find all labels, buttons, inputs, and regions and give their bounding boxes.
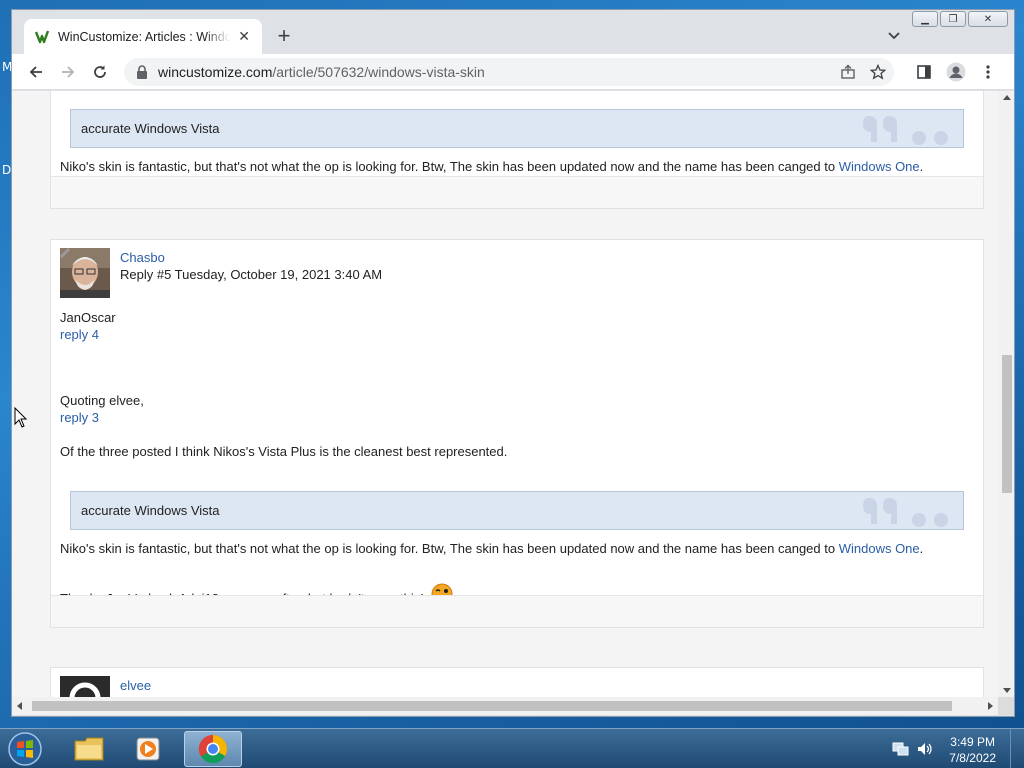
back-arrow-icon[interactable] — [26, 62, 46, 82]
taskbar-explorer[interactable] — [60, 731, 118, 767]
maximize-button[interactable]: ❐ — [940, 11, 966, 27]
forum-post-reply-5: Chasbo Reply #5 Tuesday, October 19, 202… — [50, 239, 984, 628]
lock-icon — [136, 65, 148, 79]
body-text: Niko's skin is fantastic, but that's not… — [60, 159, 839, 174]
post-body: Niko's skin is fantastic, but that's not… — [60, 541, 923, 556]
post-body: Niko's skin is fantastic, but that's not… — [60, 159, 923, 174]
tab-wincustomize[interactable]: WinCustomize: Articles : Windows Vista S… — [24, 19, 262, 54]
body-text: Niko's skin is fantastic, but that's not… — [60, 541, 839, 556]
scroll-up-arrow-icon[interactable] — [1003, 95, 1011, 100]
minimize-button[interactable]: ▁ — [912, 11, 938, 27]
taskbar-media-player[interactable] — [120, 731, 178, 767]
network-icon[interactable] — [892, 741, 910, 757]
scroll-right-arrow-icon[interactable] — [988, 702, 993, 710]
windows-orb-icon — [8, 732, 42, 766]
tab-search-chevron-icon[interactable] — [886, 27, 902, 43]
quote-title: accurate Windows Vista — [81, 503, 220, 518]
quote-mark-icon — [863, 498, 948, 527]
post-footer — [51, 595, 983, 627]
tab-strip: WinCustomize: Articles : Windows Vista S… — [12, 10, 1014, 54]
new-tab-button[interactable]: + — [274, 25, 294, 47]
vertical-scrollbar[interactable] — [998, 91, 1014, 697]
wincustomize-favicon-icon — [34, 29, 50, 45]
clock-time: 3:49 PM — [950, 735, 995, 749]
mouse-cursor-icon — [14, 407, 28, 428]
windows-one-link[interactable]: Windows One — [839, 159, 920, 174]
quoted-author: JanOscar — [60, 310, 116, 325]
quote-block: accurate Windows Vista — [70, 109, 964, 148]
window-controls: ▁ ❐ ✕ — [912, 11, 1008, 27]
scroll-down-arrow-icon[interactable] — [1003, 688, 1011, 693]
forward-arrow-icon[interactable] — [58, 62, 78, 82]
chrome-icon — [198, 734, 227, 764]
body-text-end: . — [919, 159, 924, 174]
vertical-scroll-thumb[interactable] — [1002, 355, 1012, 493]
tab-title: WinCustomize: Articles : Windows Vista S… — [58, 29, 231, 44]
body-text-end: . — [919, 541, 924, 556]
tab-close-icon[interactable]: ✕ — [236, 28, 252, 45]
reload-icon[interactable] — [90, 62, 110, 82]
menu-kebab-icon[interactable] — [978, 62, 998, 82]
nested-quote-text: Of the three posted I think Nikos's Vist… — [60, 444, 508, 459]
forum-post: elvee — [50, 667, 984, 697]
media-player-icon — [136, 737, 160, 761]
url-path: /article/507632/windows-vista-skin — [272, 64, 485, 80]
post-username[interactable]: Chasbo — [120, 250, 165, 265]
windows-one-link[interactable]: Windows One — [839, 541, 920, 556]
scrollbar-corner — [998, 697, 1014, 715]
quote-mark-icon — [863, 116, 948, 145]
horizontal-scroll-thumb[interactable] — [32, 701, 952, 711]
bookmark-star-icon[interactable] — [869, 63, 887, 85]
quoting-label: Quoting elvee, — [60, 393, 144, 408]
desktop-icon-label: D — [2, 163, 12, 177]
forum-post: accurate Windows Vista Niko's skin is fa… — [50, 91, 984, 209]
reply-link[interactable]: reply 4 — [60, 327, 99, 342]
post-footer — [51, 176, 983, 208]
scroll-left-arrow-icon[interactable] — [17, 702, 22, 710]
post-username[interactable]: elvee — [120, 678, 151, 693]
url-host: wincustomize.com — [158, 64, 273, 80]
quote-block: accurate Windows Vista — [70, 491, 964, 530]
taskbar: 3:49 PM 7/8/2022 — [0, 728, 1024, 768]
close-window-button[interactable]: ✕ — [968, 11, 1008, 27]
profile-avatar-icon[interactable] — [946, 62, 966, 82]
browser-window: WinCustomize: Articles : Windows Vista S… — [11, 9, 1015, 717]
reply-link[interactable]: reply 3 — [60, 410, 99, 425]
show-desktop-button[interactable] — [1010, 729, 1024, 768]
volume-icon[interactable] — [916, 741, 934, 757]
start-button[interactable] — [4, 730, 46, 768]
avatar[interactable] — [60, 676, 110, 697]
clock-date: 7/8/2022 — [949, 751, 996, 765]
avatar[interactable] — [60, 248, 110, 298]
side-panel-icon[interactable] — [914, 62, 934, 82]
system-tray: 3:49 PM 7/8/2022 — [874, 729, 1024, 768]
taskbar-chrome[interactable] — [184, 731, 242, 767]
reply-meta: Reply #5 Tuesday, October 19, 2021 3:40 … — [120, 267, 383, 282]
horizontal-scrollbar[interactable] — [12, 697, 998, 715]
folder-icon — [74, 737, 104, 761]
address-bar[interactable]: wincustomize.com/article/507632/windows-… — [124, 58, 894, 86]
clock[interactable]: 3:49 PM 7/8/2022 — [949, 734, 996, 766]
page-viewport: accurate Windows Vista Niko's skin is fa… — [12, 91, 998, 697]
browser-toolbar: wincustomize.com/article/507632/windows-… — [12, 54, 1014, 90]
share-icon[interactable] — [840, 64, 856, 85]
quote-title: accurate Windows Vista — [81, 121, 220, 136]
